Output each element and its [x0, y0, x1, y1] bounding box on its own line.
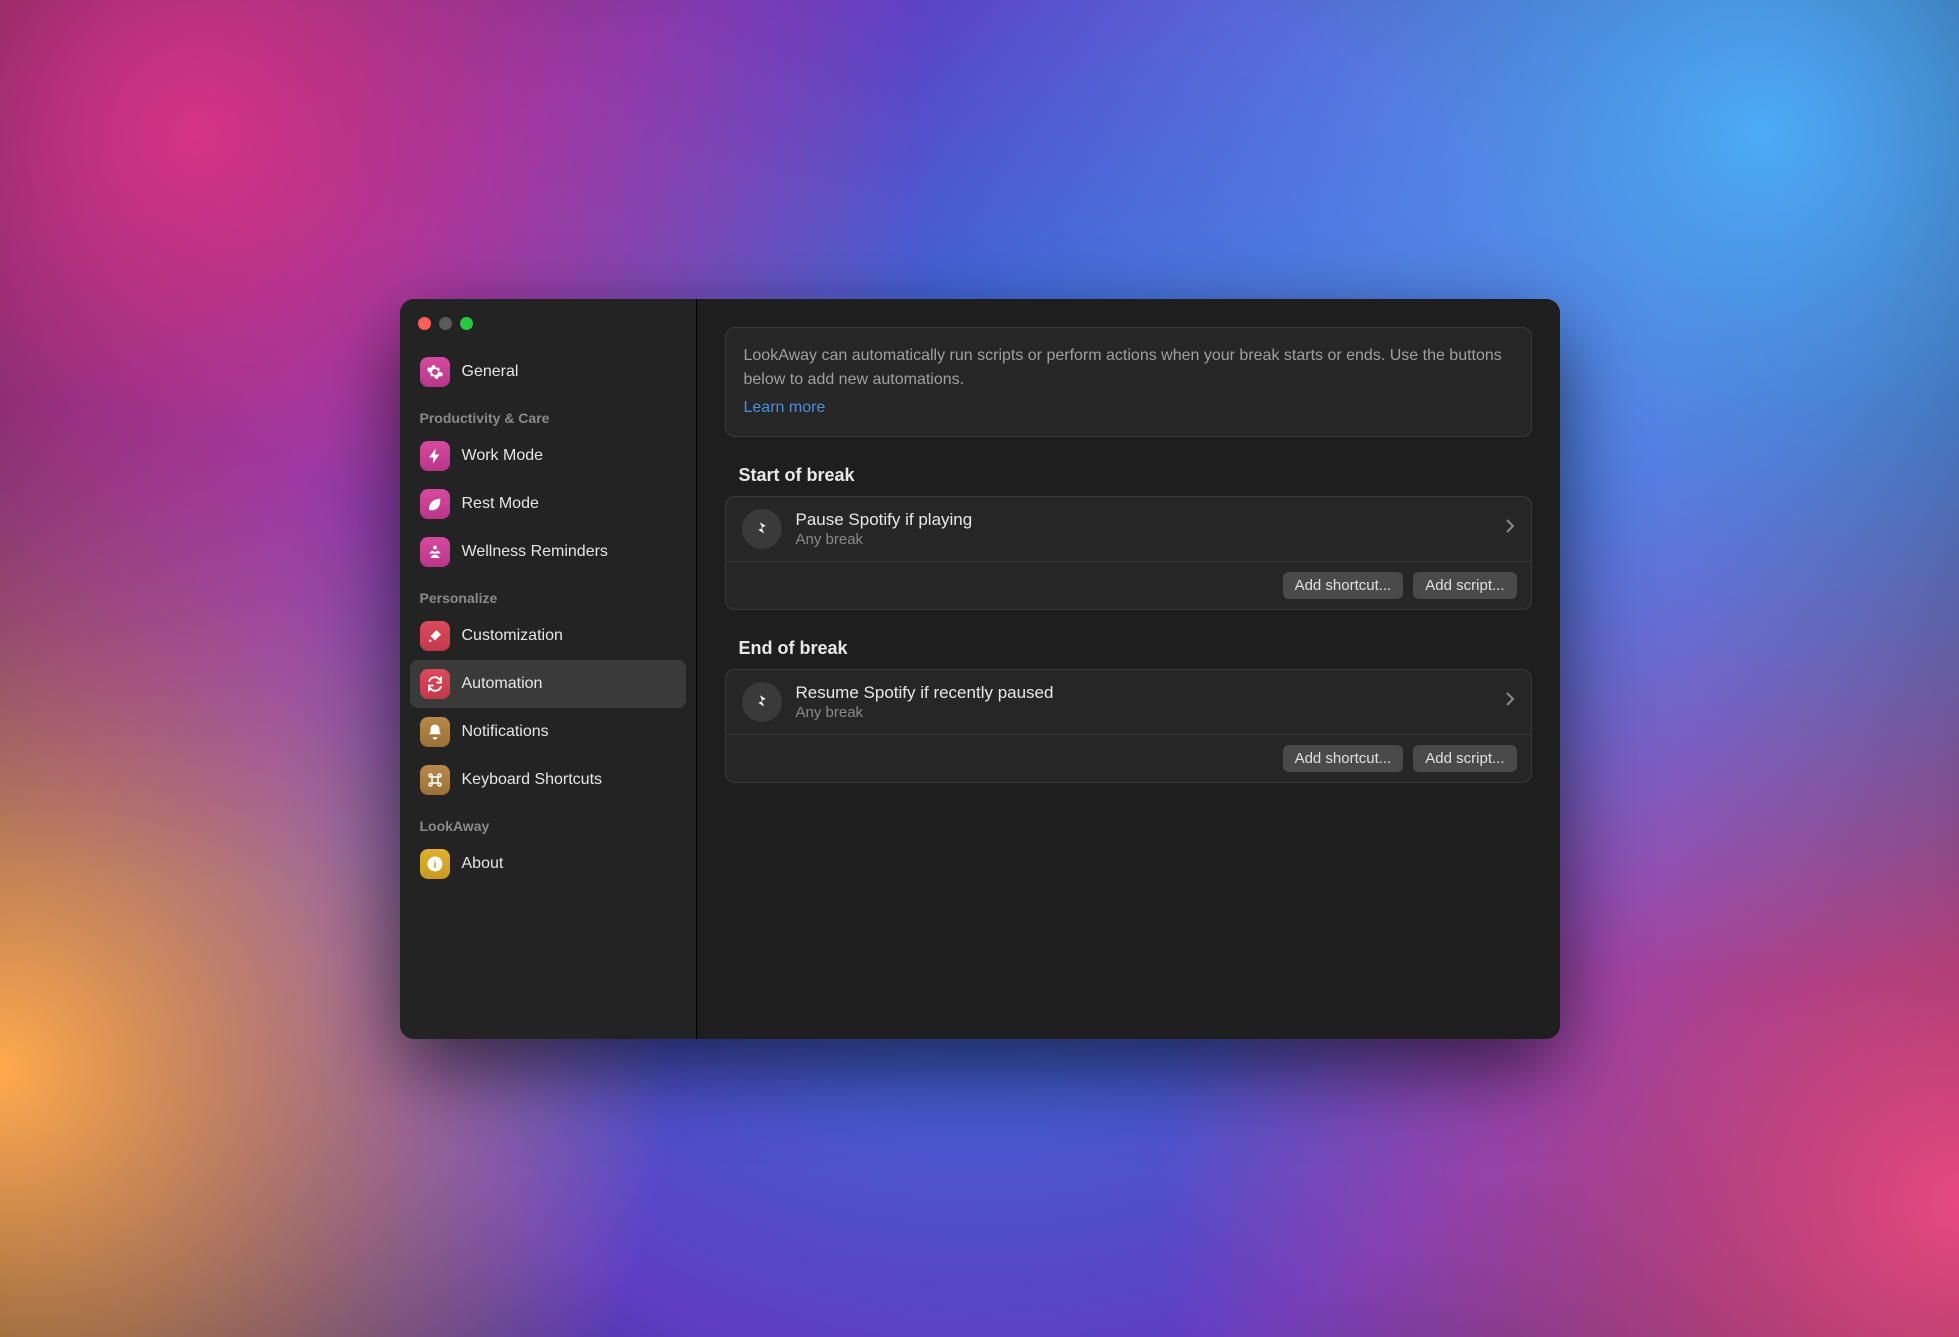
close-window-button[interactable] [418, 317, 431, 330]
sidebar-item-label: Keyboard Shortcuts [462, 771, 603, 789]
window-controls [410, 313, 686, 348]
start-of-break-card: Pause Spotify if playing Any break Add s… [725, 496, 1532, 610]
preferences-window: General Productivity & Care Work Mode Re… [400, 299, 1560, 1039]
sidebar-item-label: Notifications [462, 723, 549, 741]
add-shortcut-button[interactable]: Add shortcut... [1283, 572, 1404, 599]
end-card-actions: Add shortcut... Add script... [726, 735, 1531, 782]
automation-icon [420, 669, 450, 699]
info-icon: i [420, 849, 450, 879]
sidebar-item-general[interactable]: General [410, 348, 686, 396]
meditation-icon [420, 537, 450, 567]
sidebar-item-rest-mode[interactable]: Rest Mode [410, 480, 686, 528]
sidebar-section-productivity: Productivity & Care [410, 396, 686, 432]
chevron-right-icon [1505, 691, 1515, 712]
sidebar-item-label: Work Mode [462, 447, 544, 465]
paintbrush-icon [420, 621, 450, 651]
automation-title: Pause Spotify if playing [796, 510, 1505, 530]
command-icon [420, 765, 450, 795]
sidebar-item-notifications[interactable]: Notifications [410, 708, 686, 756]
gear-icon [420, 357, 450, 387]
start-card-actions: Add shortcut... Add script... [726, 562, 1531, 609]
sidebar-item-wellness[interactable]: Wellness Reminders [410, 528, 686, 576]
add-script-button[interactable]: Add script... [1413, 745, 1516, 772]
main-content: LookAway can automatically run scripts o… [697, 299, 1560, 1039]
sidebar-item-automation[interactable]: Automation [410, 660, 686, 708]
zoom-window-button[interactable] [460, 317, 473, 330]
info-text: LookAway can automatically run scripts o… [744, 347, 1502, 388]
sidebar-item-label: Wellness Reminders [462, 543, 608, 561]
learn-more-link[interactable]: Learn more [744, 396, 826, 420]
sidebar-section-personalize: Personalize [410, 576, 686, 612]
minimize-window-button[interactable] [439, 317, 452, 330]
info-banner: LookAway can automatically run scripts o… [725, 327, 1532, 437]
sidebar-item-about[interactable]: i About [410, 840, 686, 888]
chevron-right-icon [1505, 518, 1515, 539]
sidebar-item-work-mode[interactable]: Work Mode [410, 432, 686, 480]
sidebar-item-customization[interactable]: Customization [410, 612, 686, 660]
leaf-icon [420, 489, 450, 519]
automation-subtitle: Any break [796, 531, 1505, 548]
sidebar-item-label: Customization [462, 627, 563, 645]
svg-text:i: i [433, 858, 436, 870]
sidebar-item-label: About [462, 855, 504, 873]
sidebar-item-label: General [462, 363, 519, 381]
shortcut-icon [742, 509, 782, 549]
bolt-icon [420, 441, 450, 471]
automation-title: Resume Spotify if recently paused [796, 683, 1505, 703]
sidebar-item-label: Rest Mode [462, 495, 539, 513]
sidebar: General Productivity & Care Work Mode Re… [400, 299, 697, 1039]
end-of-break-card: Resume Spotify if recently paused Any br… [725, 669, 1532, 783]
automation-text: Pause Spotify if playing Any break [796, 510, 1505, 548]
automation-subtitle: Any break [796, 704, 1505, 721]
automation-text: Resume Spotify if recently paused Any br… [796, 683, 1505, 721]
automation-row-pause-spotify[interactable]: Pause Spotify if playing Any break [726, 497, 1531, 562]
end-section-title: End of break [739, 638, 1528, 659]
shortcut-icon [742, 682, 782, 722]
bell-icon [420, 717, 450, 747]
start-section-title: Start of break [739, 465, 1528, 486]
sidebar-section-lookaway: LookAway [410, 804, 686, 840]
sidebar-item-keyboard[interactable]: Keyboard Shortcuts [410, 756, 686, 804]
sidebar-item-label: Automation [462, 675, 543, 693]
automation-row-resume-spotify[interactable]: Resume Spotify if recently paused Any br… [726, 670, 1531, 735]
add-script-button[interactable]: Add script... [1413, 572, 1516, 599]
add-shortcut-button[interactable]: Add shortcut... [1283, 745, 1404, 772]
